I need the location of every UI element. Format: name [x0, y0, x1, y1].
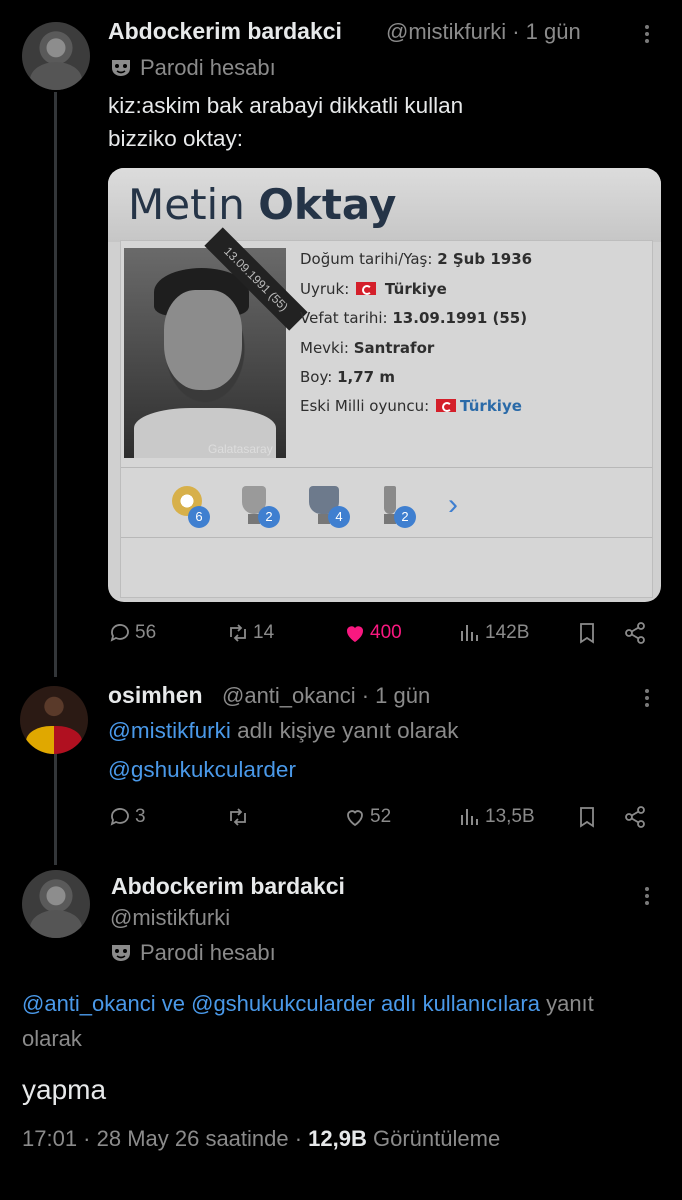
like-button[interactable]: 52	[343, 805, 391, 829]
mention-link[interactable]: @anti_okanci	[22, 991, 156, 1016]
reply-icon	[110, 808, 129, 826]
trophy-icon: 2	[234, 484, 280, 528]
more-options-icon[interactable]	[644, 686, 650, 710]
reply-button[interactable]: 3	[108, 805, 146, 829]
author-handle-time[interactable]: @anti_okanci · 1 gün	[222, 683, 430, 709]
turkey-flag-icon	[356, 282, 377, 295]
turkey-flag-icon	[435, 399, 456, 412]
share-icon	[625, 622, 645, 644]
share-button[interactable]	[623, 621, 647, 645]
retweet-button[interactable]	[226, 805, 253, 829]
tweet-image[interactable]: Metin Oktay 13.09.1991 (55) Galatasaray …	[108, 168, 661, 602]
view-count: 12,9B	[308, 1126, 367, 1151]
reply-icon	[110, 624, 129, 642]
trophy-icon: 4	[304, 484, 350, 528]
reply-context-line2: olarak	[22, 1026, 82, 1051]
retweet-button[interactable]: 14	[226, 621, 274, 645]
heart-icon	[347, 810, 363, 827]
reply-context: @anti_okanci ve @gshukukcularder adlı ku…	[22, 991, 594, 1016]
info-row: Eski Milli oyuncu: Türkiye	[300, 397, 522, 415]
share-button[interactable]	[623, 805, 647, 829]
views-icon	[461, 625, 478, 641]
trophy-icon: 2	[370, 484, 416, 528]
more-options-icon[interactable]	[644, 884, 650, 908]
tweet-text-line: kiz:askim bak arabayi dikkatli kullan	[108, 93, 464, 118]
tweet-text: yapma	[22, 1074, 107, 1105]
mask-icon	[112, 60, 130, 76]
view-label: Görüntüleme	[366, 1126, 501, 1151]
parody-text: Parodi hesabı	[140, 55, 276, 80]
bookmark-button[interactable]	[575, 621, 599, 645]
thread-line	[54, 735, 57, 865]
like-button[interactable]: 400	[343, 621, 402, 645]
player-name-header: Metin Oktay	[108, 168, 661, 242]
bookmark-button[interactable]	[575, 805, 599, 829]
mention-link[interactable]: @gshukukcularder	[191, 991, 375, 1016]
retweet-icon	[230, 624, 246, 642]
author-name[interactable]: osimhen	[108, 682, 203, 709]
bookmark-icon	[580, 623, 594, 644]
thread-line	[54, 92, 57, 677]
views-icon	[461, 809, 478, 825]
info-row: Doğum tarihi/Yaş: 2 Şub 1936	[300, 250, 533, 268]
mask-icon	[112, 945, 130, 961]
author-name[interactable]: Abdockerim bardakci	[108, 18, 342, 45]
heart-filled-icon	[346, 626, 364, 642]
parody-label: Parodi hesabı	[110, 55, 276, 81]
avatar[interactable]	[22, 870, 90, 938]
info-row: Vefat tarihi: 13.09.1991 (55)	[300, 309, 528, 327]
parody-text: Parodi hesabı	[140, 940, 276, 965]
timestamp-views: 17:01 · 28 May 26 saatinde · 12,9B Görün…	[22, 1126, 500, 1152]
timestamp[interactable]: 17:01 · 28 May 26 saatinde ·	[22, 1126, 308, 1151]
photo-club-label: Galatasaray	[208, 442, 273, 456]
tweet-text: kiz:askim bak arabayi dikkatli kullan bi…	[108, 89, 463, 155]
author-handle-time[interactable]: @mistikfurki · 1 gün	[386, 19, 581, 45]
bookmark-icon	[580, 807, 594, 828]
info-row: Mevki: Santrafor	[300, 339, 435, 357]
more-options-icon[interactable]	[644, 22, 650, 46]
author-name[interactable]: Abdockerim bardakci	[111, 873, 345, 900]
avatar[interactable]	[20, 686, 88, 754]
parody-label: Parodi hesabı	[110, 940, 276, 966]
info-row: Uyruk: Türkiye	[300, 280, 447, 298]
avatar[interactable]	[22, 22, 90, 90]
player-last-name: Oktay	[258, 180, 397, 229]
views-button[interactable]: 13,5B	[458, 805, 535, 829]
info-row: Boy: 1,77 m	[300, 368, 395, 386]
mention-link[interactable]: @mistikfurki	[108, 718, 231, 743]
views-button[interactable]: 142B	[458, 621, 529, 645]
author-handle[interactable]: @mistikfurki	[110, 905, 230, 931]
mention-link[interactable]: @gshukukcularder	[108, 757, 296, 783]
tweet-text-line: bizziko oktay:	[108, 126, 244, 151]
share-icon	[625, 806, 645, 828]
reply-context: @mistikfurki adlı kişiye yanıt olarak	[108, 718, 459, 743]
retweet-icon	[230, 808, 246, 826]
player-photo: 13.09.1991 (55) Galatasaray	[124, 227, 308, 458]
reply-button[interactable]: 56	[108, 621, 156, 645]
chevron-right-icon: ›	[448, 488, 458, 521]
league-badge-icon: 6	[164, 484, 210, 528]
player-first-name: Metin	[128, 180, 259, 229]
